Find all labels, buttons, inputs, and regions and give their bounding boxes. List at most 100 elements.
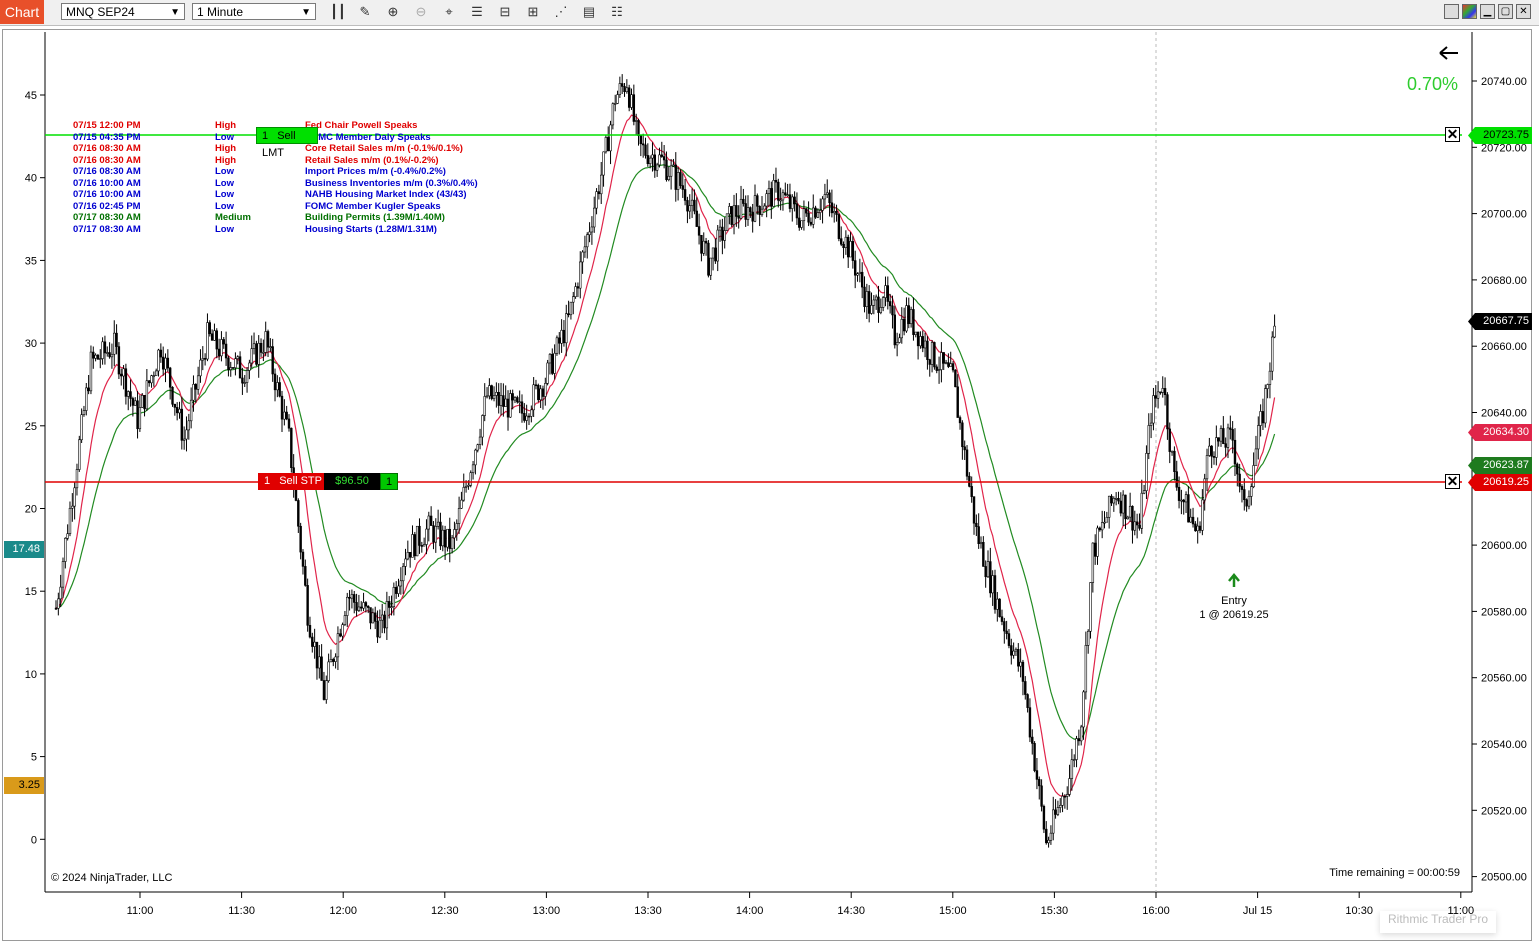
candle-body [380,614,384,621]
stop-price-tag: 20619.25 [1468,474,1532,491]
time-tick-label: 10:30 [1345,905,1373,917]
candle-body [164,357,167,370]
candle-body [816,212,820,218]
candle-body [180,408,184,441]
candle-body [840,238,843,245]
candle-body [161,356,165,370]
candle-body [1219,428,1223,442]
candle-body [194,383,197,390]
candle-body [1124,494,1127,520]
candle-body [993,575,997,610]
right-tick-label: 20640.00 [1481,408,1527,420]
candle-body [287,418,291,429]
candle-body [511,393,514,401]
candle-body [711,247,715,259]
fast-ma-tag: 20634.30 [1468,424,1532,441]
right-tick-label: 20720.00 [1481,142,1527,154]
candle-body [367,605,370,608]
candle-body [597,191,601,195]
candle-body [141,395,144,408]
left-tick-label: 35 [25,255,37,267]
candle-body [1066,794,1069,797]
candle-body [1233,439,1237,465]
back-arrow-icon[interactable] [1439,46,1458,60]
candle-body [1187,494,1190,523]
candle-body [579,261,582,289]
candle-body [1159,391,1162,394]
candle-body [930,342,934,365]
time-tick-label: 15:00 [939,905,967,917]
candle-body [92,351,95,359]
candle-body [639,135,643,145]
candle-body [369,607,372,624]
candle-body [143,395,146,410]
candle-body [784,192,787,196]
candle-body [182,438,186,441]
candle-body [271,346,274,375]
candle-body [669,165,673,177]
left-tick-label: 0 [31,834,37,846]
candle-body [1154,395,1157,399]
candle-body [506,398,510,418]
candle-body [520,401,524,414]
candle-body [653,154,657,171]
candle-body [690,199,694,206]
candle-body [860,271,864,288]
candle-body [581,251,584,263]
candle-body [478,436,482,446]
candle-body [325,680,328,700]
candle-body [485,395,489,398]
sell-stop-order-tag[interactable]: 1 Sell STP [258,473,324,490]
candle-body [401,566,405,582]
event-time: 07/15 12:00 PM [73,120,141,131]
candle-body [185,429,188,440]
watermark: Rithmic Trader Pro [1380,911,1496,933]
cancel-stop-icon[interactable]: ✕ [1445,474,1460,489]
candle-body [1133,521,1136,531]
candle-body [767,188,771,195]
candle-body [101,341,104,359]
time-axis-ticks: 11:00 11:30 12:00 12:30 13:00 13:30 14:00 14:30… [127,892,1474,917]
candle-body [807,212,810,223]
candle-body [895,342,899,346]
candle-body [231,367,235,369]
candle-body [1135,521,1139,526]
candle-body [504,398,507,407]
candle-body [457,507,461,524]
candle-body [963,446,966,451]
time-tick-label: Jul 15 [1243,905,1272,917]
candle-body [714,247,717,262]
candle-body [150,375,153,384]
right-tick-label: 20660.00 [1481,341,1527,353]
candle-body [800,220,803,228]
candle-body [569,301,573,316]
candle-body [320,656,323,681]
candle-body [672,164,675,167]
candle-body [923,340,927,349]
candle-body [867,291,871,314]
candle-body [495,392,498,396]
candle-body [1075,738,1078,760]
candle-body [541,388,545,397]
candle-body [1273,325,1276,338]
candle-body [683,189,687,201]
sell-limit-order-tag[interactable]: 1 Sell LMT [256,127,318,159]
cancel-limit-icon[interactable]: ✕ [1445,127,1460,142]
candle-body [676,172,680,190]
event-time: 07/16 08:30 AM [73,166,141,177]
candle-body [120,373,123,377]
candle-body [1215,437,1218,458]
event-impact: Low [215,166,234,177]
candle-body [833,211,836,214]
candle-body [175,407,179,414]
candle-body [586,234,589,248]
last-price-tag: 20667.75 [1468,313,1532,330]
candle-body [602,151,605,176]
candle-body [702,240,705,254]
event-description: Business Inventories m/m (0.3%/0.4%) [305,177,478,189]
candle-body [127,391,130,397]
candle-body [276,382,279,391]
candle-body [863,286,866,307]
candle-body [942,352,945,364]
candle-body [448,528,451,549]
